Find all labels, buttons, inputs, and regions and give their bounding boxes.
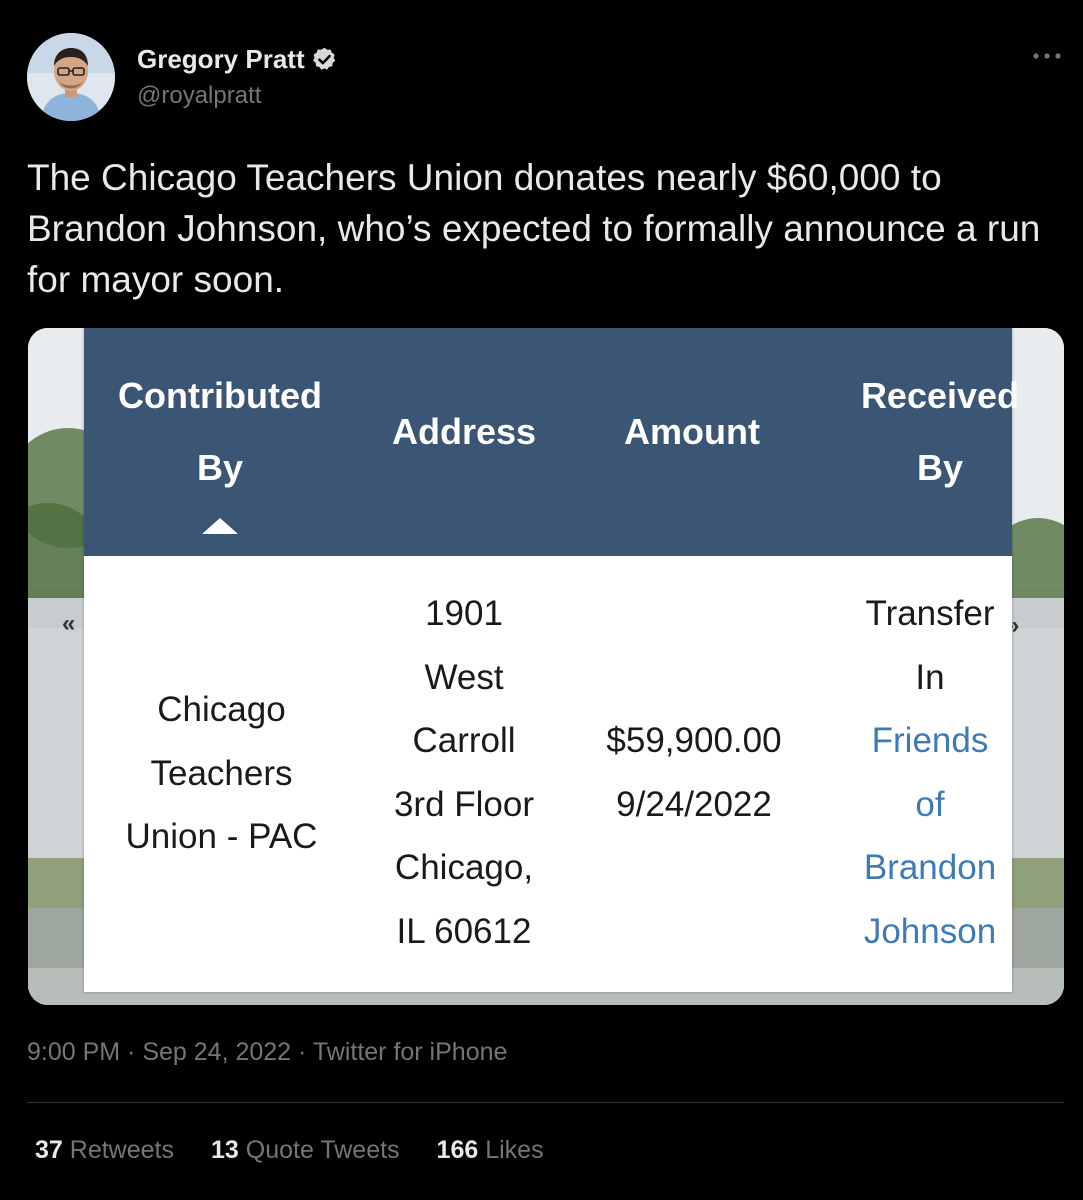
contributions-table: Contributed By Address Amount Received B…: [84, 328, 1019, 992]
cell-address: 1901 West Carroll 3rd Floor Chicago, IL …: [393, 594, 535, 951]
cell-received-type: Transfer In: [865, 594, 995, 697]
quotes-label: Quote Tweets: [245, 1136, 400, 1164]
verified-badge-icon: [312, 47, 335, 70]
quotes-count: 13: [210, 1136, 239, 1164]
tweet-stats: 37 Retweets 13 Quote Tweets 166 Likes: [35, 1136, 544, 1165]
cell-amount: $59,900.00 9/24/2022: [606, 721, 782, 824]
header-amount[interactable]: Amount: [602, 396, 782, 468]
author-handle[interactable]: @royalpratt: [137, 82, 261, 110]
more-options-icon[interactable]: [1030, 44, 1064, 68]
divider: [27, 1102, 1064, 1103]
avatar-photo: [27, 33, 115, 121]
likes-stat[interactable]: 166 Likes: [437, 1136, 544, 1165]
author-name[interactable]: Gregory Pratt: [137, 44, 338, 75]
tweet-text: The Chicago Teachers Union donates nearl…: [27, 157, 1041, 300]
prev-arrow-icon[interactable]: «: [62, 610, 75, 638]
tweet-meta: 9:00 PM · Sep 24, 2022 · Twitter for iPh…: [27, 1038, 507, 1067]
retweets-label: Retweets: [69, 1136, 174, 1164]
display-name-text: Gregory Pratt: [137, 44, 305, 74]
meta-separator: ·: [127, 1038, 143, 1066]
cell-contributor: Chicago Teachers Union - PAC: [125, 690, 318, 856]
tweet-source[interactable]: Twitter for iPhone: [313, 1038, 508, 1066]
tweet-date[interactable]: Sep 24, 2022: [142, 1038, 291, 1066]
header-address[interactable]: Address: [374, 396, 554, 468]
header-received-by[interactable]: Received By: [840, 360, 1040, 504]
likes-label: Likes: [485, 1136, 544, 1164]
avatar[interactable]: [27, 33, 115, 121]
retweets-count: 37: [35, 1136, 63, 1164]
likes-count: 166: [436, 1136, 479, 1164]
tweet-media-image[interactable]: « » Contributed By Address Amount Receiv…: [28, 328, 1064, 1005]
header-contributed-by[interactable]: Contributed By: [84, 360, 356, 504]
meta-separator: ·: [298, 1038, 313, 1066]
sort-ascending-icon[interactable]: [200, 516, 240, 536]
tweet-time[interactable]: 9:00 PM: [27, 1038, 120, 1066]
recipient-link[interactable]: Friends of Brandon Johnson: [840, 709, 1020, 963]
quote-tweets-stat[interactable]: 13 Quote Tweets: [211, 1136, 400, 1165]
retweets-stat[interactable]: 37 Retweets: [35, 1136, 174, 1165]
table-header: Contributed By Address Amount Received B…: [84, 328, 1019, 556]
